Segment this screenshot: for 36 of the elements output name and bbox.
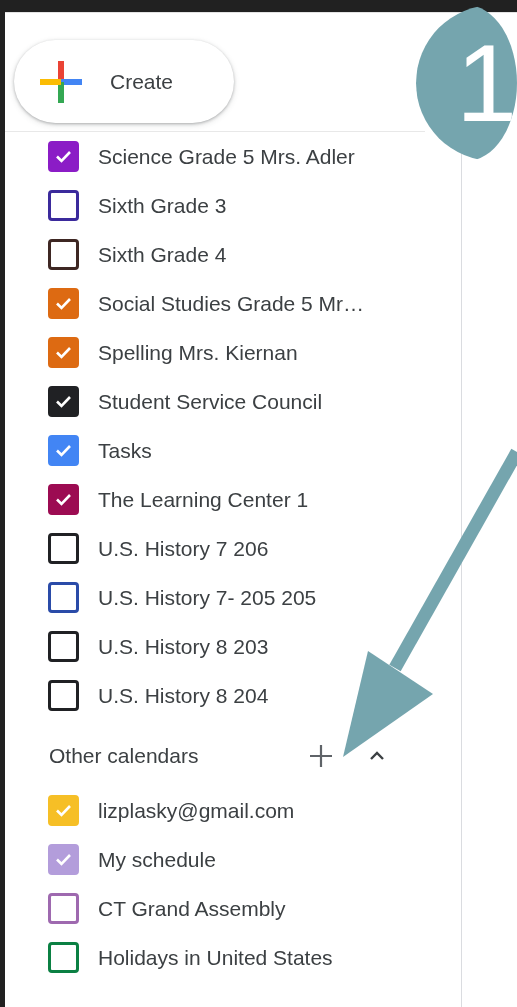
calendar-item[interactable]: Tasks bbox=[5, 426, 152, 475]
add-icon[interactable] bbox=[310, 745, 332, 767]
checkbox[interactable] bbox=[48, 239, 79, 270]
calendar-item[interactable]: Sixth Grade 3 bbox=[5, 181, 227, 230]
checkbox[interactable] bbox=[48, 533, 79, 564]
checkbox[interactable] bbox=[48, 141, 79, 172]
checkbox[interactable] bbox=[48, 337, 79, 368]
checkbox[interactable] bbox=[48, 942, 79, 973]
calendar-item[interactable]: Sixth Grade 4 bbox=[5, 230, 227, 279]
checkbox[interactable] bbox=[48, 680, 79, 711]
checkbox[interactable] bbox=[48, 288, 79, 319]
checkbox[interactable] bbox=[48, 844, 79, 875]
calendar-item[interactable]: U.S. History 7- 205 205 bbox=[5, 573, 317, 622]
calendar-item[interactable]: U.S. History 8 203 bbox=[5, 622, 269, 671]
calendar-item[interactable]: U.S. History 7 206 bbox=[5, 524, 269, 573]
checkbox[interactable] bbox=[48, 582, 79, 613]
calendar-item[interactable]: U.S. History 8 204 bbox=[5, 671, 269, 720]
calendar-item[interactable]: Holidays in United States bbox=[5, 933, 333, 982]
calendar-item[interactable]: Spelling Mrs. Kiernan bbox=[5, 328, 298, 377]
calendar-item[interactable]: CT Grand Assembly bbox=[5, 884, 286, 933]
checkbox[interactable] bbox=[48, 631, 79, 662]
calendar-item[interactable]: My schedule bbox=[5, 835, 216, 884]
create-button[interactable]: Create bbox=[14, 40, 234, 123]
checkbox[interactable] bbox=[48, 484, 79, 515]
section-title: Other calendars bbox=[49, 744, 200, 768]
plus-icon bbox=[40, 60, 82, 103]
calendar-item[interactable]: The Learning Center 1 bbox=[5, 475, 309, 524]
calendar-item[interactable]: Science Grade 5 Mrs. Adler bbox=[5, 132, 355, 181]
collapse-caret-icon[interactable] bbox=[369, 751, 385, 761]
checkbox[interactable] bbox=[48, 190, 79, 221]
checkbox[interactable] bbox=[48, 435, 79, 466]
checkbox[interactable] bbox=[48, 386, 79, 417]
calendar-item[interactable]: lizplasky@gmail.com bbox=[5, 786, 295, 835]
calendar-item[interactable]: Student Service Council bbox=[5, 377, 323, 426]
calendar-item[interactable]: Social Studies Grade 5 Mr… bbox=[5, 279, 365, 328]
checkbox[interactable] bbox=[48, 893, 79, 924]
